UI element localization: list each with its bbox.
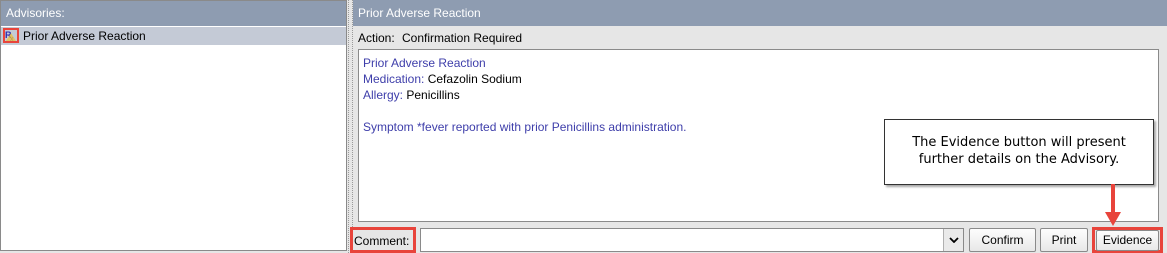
medication-label: Medication: — [363, 72, 425, 86]
evidence-callout: The Evidence button will present further… — [884, 119, 1154, 185]
callout-line-2: further details on the Advisory. — [918, 152, 1120, 167]
callout-line-1: The Evidence button will present — [912, 135, 1126, 150]
comment-label: Comment: — [354, 234, 410, 248]
rx-icon: R x — [3, 28, 19, 43]
advisories-panel: Advisories: R x Prior Adverse Reaction — [0, 0, 347, 251]
detail-header: Prior Adverse Reaction — [353, 0, 1167, 26]
comment-combobox[interactable] — [420, 228, 964, 252]
evidence-button[interactable]: Evidence — [1096, 230, 1159, 251]
action-value: Confirmation Required — [402, 31, 523, 45]
confirm-button[interactable]: Confirm — [969, 228, 1036, 252]
action-label: Action: — [358, 31, 395, 45]
detail-title: Prior Adverse Reaction — [363, 56, 486, 70]
advisory-list-item[interactable]: R x Prior Adverse Reaction — [1, 27, 346, 45]
medication-value: Cefazolin Sodium — [427, 72, 522, 86]
panel-splitter[interactable] — [348, 0, 353, 253]
arrow-icon — [1105, 184, 1121, 226]
allergy-label: Allergy: — [363, 88, 404, 102]
advisories-header: Advisories: — [1, 1, 346, 26]
advisory-label: Prior Adverse Reaction — [23, 29, 146, 43]
print-button[interactable]: Print — [1040, 228, 1088, 252]
chevron-down-icon[interactable] — [943, 229, 963, 251]
allergy-value: Penicillins — [406, 88, 460, 102]
